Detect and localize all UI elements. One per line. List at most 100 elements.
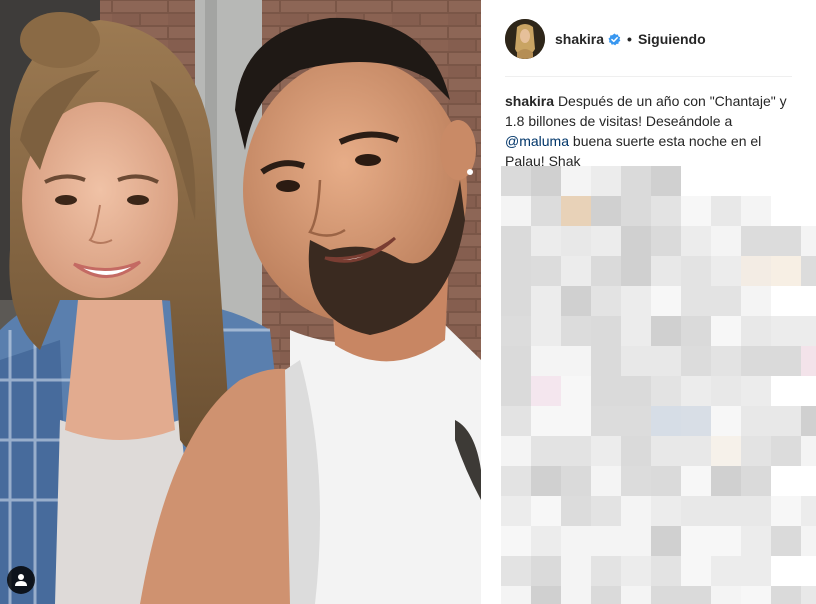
mosaic-cell <box>561 346 591 376</box>
mosaic-cell <box>531 286 561 316</box>
mosaic-cell <box>681 496 711 526</box>
mosaic-cell <box>651 226 681 256</box>
mosaic-cell <box>681 286 711 316</box>
mosaic-cell <box>771 256 801 286</box>
mosaic-cell <box>801 256 816 286</box>
mosaic-cell <box>621 166 651 196</box>
mosaic-cell <box>681 436 711 466</box>
mosaic-cell <box>621 226 651 256</box>
mosaic-cell <box>741 286 771 316</box>
mosaic-cell <box>591 166 621 196</box>
following-button[interactable]: Siguiendo <box>638 31 706 47</box>
mosaic-cell <box>531 256 561 286</box>
mosaic-cell <box>681 406 711 436</box>
mosaic-cell <box>711 526 741 556</box>
separator-dot: • <box>627 31 632 47</box>
mosaic-cell <box>651 436 681 466</box>
mosaic-cell <box>801 526 816 556</box>
mosaic-cell <box>531 316 561 346</box>
mention-link[interactable]: @maluma <box>505 133 569 149</box>
mosaic-cell <box>651 466 681 496</box>
mosaic-cell <box>591 316 621 346</box>
avatar-image <box>505 19 545 59</box>
post-header: shakira • Siguiendo <box>505 18 795 60</box>
mosaic-cell <box>501 256 531 286</box>
post-photo[interactable] <box>0 0 481 604</box>
mosaic-cell <box>741 316 771 346</box>
mosaic-cell <box>591 556 621 586</box>
mosaic-cell <box>621 286 651 316</box>
mosaic-cell <box>501 436 531 466</box>
post-sidebar: shakira • Siguiendo shakira Después de u… <box>481 0 816 604</box>
mosaic-cell <box>711 406 741 436</box>
mosaic-cell <box>681 196 711 226</box>
pixelated-comments-mosaic <box>501 166 816 604</box>
mosaic-cell <box>711 556 741 586</box>
mosaic-cell <box>531 196 561 226</box>
mosaic-cell <box>531 406 561 436</box>
mosaic-cell <box>741 526 771 556</box>
mosaic-cell <box>711 286 741 316</box>
mosaic-cell <box>711 256 741 286</box>
mosaic-cell <box>591 376 621 406</box>
mosaic-cell <box>561 196 591 226</box>
mosaic-cell <box>501 226 531 256</box>
mosaic-cell <box>591 436 621 466</box>
mosaic-cell <box>651 376 681 406</box>
mosaic-cell <box>681 586 711 604</box>
post-caption: shakira Después de un año con "Chantaje"… <box>505 91 795 171</box>
mosaic-cell <box>501 406 531 436</box>
mosaic-cell <box>741 256 771 286</box>
caption-username-link[interactable]: shakira <box>505 93 554 109</box>
mosaic-cell <box>651 406 681 436</box>
mosaic-cell <box>561 586 591 604</box>
mosaic-cell <box>681 556 711 586</box>
mosaic-cell <box>711 586 741 604</box>
mosaic-cell <box>651 256 681 286</box>
avatar[interactable] <box>505 19 545 59</box>
mosaic-cell <box>741 376 771 406</box>
mosaic-cell <box>741 586 771 604</box>
mosaic-cell <box>561 466 591 496</box>
mosaic-cell <box>651 316 681 346</box>
mosaic-cell <box>801 226 816 256</box>
mosaic-cell <box>651 166 681 196</box>
mosaic-cell <box>651 346 681 376</box>
mosaic-cell <box>741 436 771 466</box>
mosaic-cell <box>501 286 531 316</box>
mosaic-cell <box>711 376 741 406</box>
mosaic-cell <box>531 586 561 604</box>
mosaic-cell <box>711 436 741 466</box>
mosaic-cell <box>711 196 741 226</box>
mosaic-cell <box>501 166 531 196</box>
user-tag-button[interactable] <box>7 566 35 594</box>
mosaic-cell <box>651 526 681 556</box>
mosaic-cell <box>531 226 561 256</box>
user-tag-icon <box>15 574 27 586</box>
mosaic-cell <box>531 556 561 586</box>
mosaic-cell <box>621 466 651 496</box>
mosaic-cell <box>801 346 816 376</box>
mosaic-cell <box>501 376 531 406</box>
mosaic-cell <box>621 406 651 436</box>
mosaic-cell <box>621 316 651 346</box>
mosaic-cell <box>621 256 651 286</box>
mosaic-cell <box>591 226 621 256</box>
mosaic-cell <box>621 526 651 556</box>
mosaic-cell <box>501 316 531 346</box>
mosaic-cell <box>591 526 621 556</box>
mosaic-cell <box>621 376 651 406</box>
mosaic-cell <box>531 376 561 406</box>
username-link[interactable]: shakira <box>555 31 604 47</box>
mosaic-cell <box>561 316 591 346</box>
mosaic-cell <box>591 496 621 526</box>
mosaic-cell <box>561 496 591 526</box>
mosaic-cell <box>591 196 621 226</box>
mosaic-cell <box>651 196 681 226</box>
mosaic-cell <box>501 346 531 376</box>
mosaic-cell <box>501 496 531 526</box>
mosaic-cell <box>741 556 771 586</box>
mosaic-cell <box>681 226 711 256</box>
mosaic-cell <box>711 226 741 256</box>
mosaic-cell <box>501 196 531 226</box>
